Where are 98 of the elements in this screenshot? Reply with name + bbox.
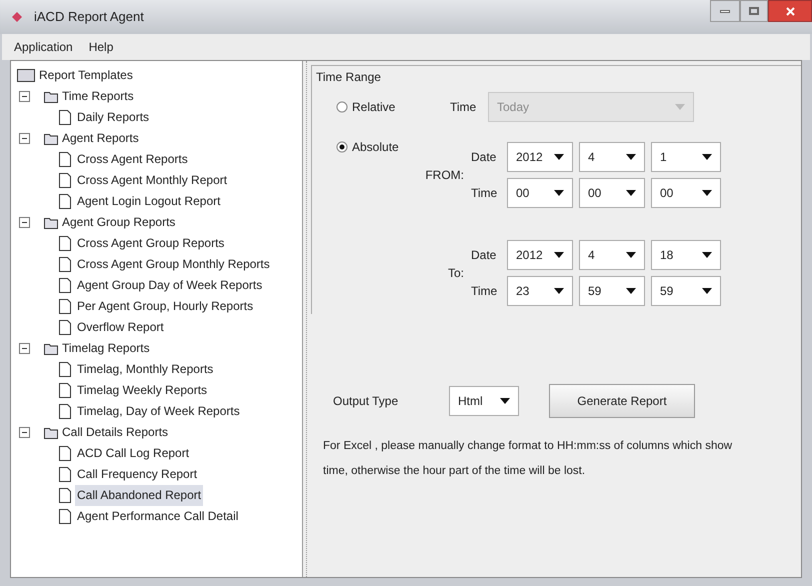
field-label: Date [471,149,498,166]
tree-item[interactable]: Timelag Weekly Reports [75,380,210,401]
caret-icon [500,398,510,404]
tree-item[interactable]: Timelag, Day of Week Reports [75,401,242,422]
dropdown[interactable]: 59 [579,276,645,306]
dropdown[interactable]: Html [449,386,519,416]
caret-icon [702,252,712,258]
dropdown[interactable]: 00 [651,178,721,208]
caret-icon [626,288,636,294]
document-icon [59,488,71,503]
field-label: Date [471,247,498,264]
folder-icon [44,216,58,228]
caret-icon [554,288,564,294]
tree-item[interactable]: Agent Group Reports [62,212,176,233]
maximize-button[interactable] [740,0,768,22]
document-icon [59,362,71,377]
tree-item[interactable]: Cross Agent Group Monthly Reports [75,254,272,275]
document-icon [59,509,71,524]
caret-icon [554,154,564,160]
collapse-icon[interactable] [19,91,30,102]
document-icon [59,404,71,419]
tree-item[interactable]: ACD Call Log Report [75,443,192,464]
document-icon [59,173,71,188]
folder-icon [44,426,58,438]
close-icon [786,6,794,16]
note-text: For Excel , please manually change format to HH:mm:ss of columns which show [323,439,734,454]
document-icon [59,299,71,314]
tree-item[interactable]: Timelag Reports [62,338,150,359]
menu-item[interactable]: Application [14,38,73,56]
caret-icon [626,190,636,196]
collapse-icon[interactable] [19,343,30,354]
app-icon [12,12,22,22]
document-icon [59,110,71,125]
folder-icon [44,342,58,354]
field-label: Time [450,99,478,116]
collapse-icon[interactable] [19,133,30,144]
group-title: Time Range [316,70,381,84]
collapse-icon[interactable] [19,427,30,438]
tree-item[interactable]: Report Templates [39,65,133,86]
radio-icon[interactable] [336,141,348,153]
tree-item[interactable]: Agent Login Logout Report [75,191,222,212]
dropdown[interactable]: 4 [579,142,645,172]
tree-item[interactable]: Cross Agent Monthly Report [75,170,230,191]
collapse-icon[interactable] [19,217,30,228]
field-label: Time [471,283,498,300]
tree-item[interactable]: Cross Agent Group Reports [75,233,226,254]
minimize-button[interactable] [710,0,740,22]
caret-icon [626,252,636,258]
dropdown[interactable]: 00 [579,178,645,208]
folder-icon [44,132,58,144]
menu-item[interactable]: Help [88,38,114,56]
dropdown[interactable]: 59 [651,276,721,306]
caret-icon [626,154,636,160]
note-text: time, otherwise the hour part of the time will be lost. [323,464,586,480]
document-icon [59,257,71,272]
document-icon [59,152,71,167]
tree-item[interactable]: Per Agent Group, Hourly Reports [75,296,256,317]
document-icon [59,236,71,251]
folder-icon [17,69,35,82]
document-icon [59,383,71,398]
window-title: iACD Report Agent [34,8,144,26]
folder-icon [44,90,58,102]
tree-item[interactable]: Daily Reports [75,107,152,128]
generate-report-button[interactable]: Generate Report [549,384,695,418]
field-label: Time [471,185,498,202]
document-icon [59,194,71,209]
caret-icon [702,190,712,196]
document-icon [59,467,71,482]
dropdown[interactable]: 2012 [507,142,573,172]
tree-item[interactable]: Call Abandoned Report [75,485,204,506]
document-icon [59,446,71,461]
close-button[interactable] [768,0,812,22]
document-icon [59,320,71,335]
range-label: FROM: [424,167,465,184]
caret-icon [554,252,564,258]
tree-item[interactable]: Overflow Report [75,317,166,338]
range-label: To: [446,265,465,282]
field-label: Output Type [333,393,400,410]
tree-item[interactable]: Time Reports [62,86,134,107]
dropdown[interactable]: 2012 [507,240,573,270]
radio-label[interactable]: Absolute [352,138,399,156]
caret-icon [675,104,685,110]
tree-item[interactable]: Call Details Reports [62,422,168,443]
dropdown[interactable]: 18 [651,240,721,270]
dropdown[interactable]: 4 [579,240,645,270]
dropdown[interactable]: 1 [651,142,721,172]
dropdown[interactable]: 00 [507,178,573,208]
dropdown[interactable]: 23 [507,276,573,306]
tree-item[interactable]: Cross Agent Reports [75,149,190,170]
tree-item[interactable]: Agent Performance Call Detail [75,506,240,527]
tree-item[interactable]: Call Frequency Report [75,464,200,485]
caret-icon [554,190,564,196]
tree-item[interactable]: Agent Reports [62,128,139,149]
caret-icon [702,288,712,294]
caret-icon [702,154,712,160]
tree-item[interactable]: Agent Group Day of Week Reports [75,275,264,296]
tree-item[interactable]: Timelag, Monthly Reports [75,359,216,380]
document-icon [59,278,71,293]
